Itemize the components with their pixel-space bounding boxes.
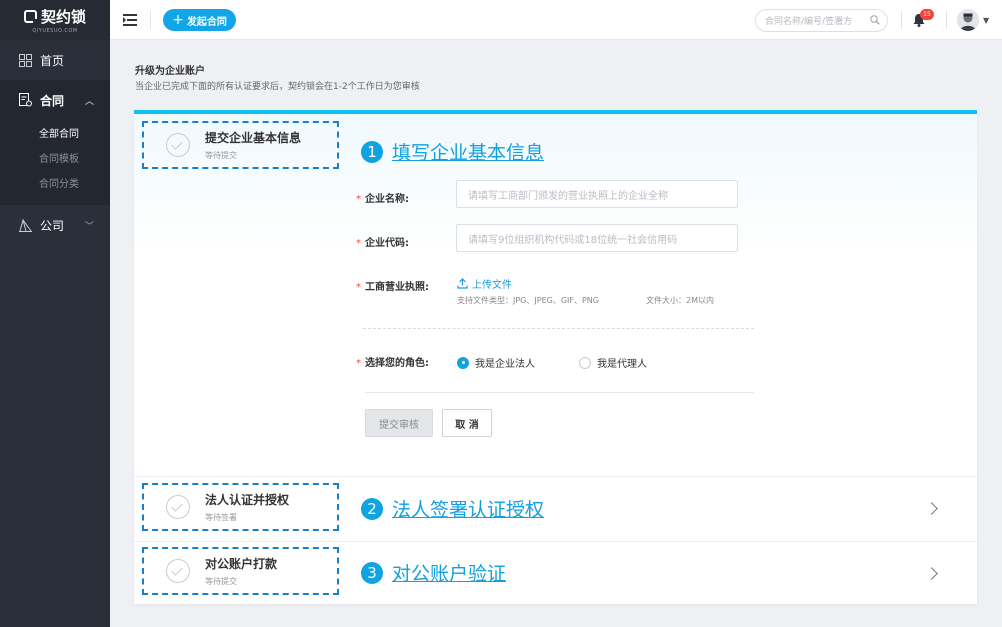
search-input[interactable]: 合同名称/编号/签署方	[755, 9, 888, 32]
step-1-status-box: 提交企业基本信息 等待提交	[142, 121, 339, 169]
step-1-status: 等待提交	[205, 151, 237, 160]
notification-badge: 15	[920, 9, 934, 20]
caret-down-icon[interactable]: ▼	[983, 16, 989, 25]
divider	[901, 11, 902, 29]
sidebar-item-company[interactable]: 公司 ﹀	[0, 205, 110, 245]
sidebar-subitem-contract-categories[interactable]: 合同分类	[0, 170, 110, 195]
sidebar-group-contract: 合同 ︿ 全部合同 合同模板 合同分类	[0, 80, 110, 205]
chevron-up-icon: ︿	[84, 96, 94, 107]
step-3-title: 对公账户打款	[205, 557, 278, 571]
chevron-down-icon: ﹀	[84, 221, 94, 232]
step-3-heading[interactable]: 3 对公账户验证	[361, 559, 506, 586]
company-icon	[18, 218, 32, 232]
logo-sub: QIYUESUO.COM	[32, 28, 78, 34]
step-2-link[interactable]: 法人签署认证授权	[392, 495, 544, 522]
logo-icon	[23, 10, 38, 24]
company-name-placeholder: 请填写工商部门颁发的营业执照上的企业全称	[468, 190, 668, 202]
radio-unchecked-icon	[579, 356, 591, 369]
step-number-badge: 2	[361, 497, 383, 520]
new-contract-label: 发起合同	[186, 16, 227, 28]
new-contract-button[interactable]: + 发起合同	[163, 9, 236, 31]
role-option-label: 我是代理人	[597, 359, 647, 370]
upload-file-label: 上传文件	[472, 280, 512, 291]
check-circle-icon	[166, 559, 190, 583]
logo-name: 契约锁	[40, 8, 86, 26]
company-code-placeholder: 请填写9位组织机构代码或18位统一社会信用码	[468, 234, 678, 246]
step-2-title: 法人认证并授权	[205, 493, 290, 507]
divider	[150, 11, 151, 29]
check-circle-icon	[166, 495, 190, 519]
sidebar-item-label: 合同	[40, 93, 65, 108]
radio-checked-icon	[457, 356, 469, 369]
step-2-heading[interactable]: 2 法人签署认证授权	[361, 495, 544, 522]
role-label: * 选择您的角色:	[356, 358, 429, 369]
step-2-status-box: 法人认证并授权 等待签署	[142, 483, 339, 531]
sidebar-item-home[interactable]: 首页	[0, 40, 110, 80]
step-3-link[interactable]: 对公账户验证	[392, 559, 506, 586]
submit-review-button[interactable]: 提交审核	[365, 409, 433, 437]
sidebar-item-label: 公司	[40, 218, 65, 233]
upload-hint-size: 文件大小：2M以内	[646, 296, 714, 305]
sidebar-item-label: 首页	[40, 53, 65, 68]
step-1-link[interactable]: 填写企业基本信息	[392, 138, 544, 165]
step-number-badge: 3	[361, 561, 383, 584]
dashboard-icon	[18, 53, 32, 67]
chevron-right-icon[interactable]	[925, 567, 938, 580]
company-name-input[interactable]: 请填写工商部门颁发的营业执照上的企业全称	[456, 180, 738, 208]
check-circle-icon	[166, 133, 190, 157]
company-code-input[interactable]: 请填写9位组织机构代码或18位统一社会信用码	[456, 224, 738, 252]
plus-icon: +	[172, 12, 184, 28]
divider	[946, 11, 947, 29]
step-2-status: 等待签署	[205, 513, 237, 522]
divider	[363, 328, 754, 329]
chevron-right-icon[interactable]	[925, 502, 938, 515]
search-placeholder: 合同名称/编号/签署方	[765, 17, 853, 27]
company-code-label: * 企业代码:	[356, 238, 409, 249]
role-radio-legal-rep[interactable]: 我是企业法人	[457, 355, 535, 370]
step-3-status: 等待提交	[205, 577, 237, 586]
divider	[365, 392, 754, 393]
logo[interactable]: 契约锁 QIYUESUO.COM	[0, 0, 110, 40]
menu-toggle-icon[interactable]	[123, 13, 137, 27]
upload-hint-types: 支持文件类型：JPG、JPEG、GIF、PNG	[457, 296, 599, 305]
sidebar-subitem-contract-templates[interactable]: 合同模板	[0, 145, 110, 170]
cancel-button[interactable]: 取 消	[442, 409, 492, 437]
upload-file-button[interactable]: 上传文件	[457, 276, 512, 291]
row-divider	[134, 541, 977, 542]
verification-card: 提交企业基本信息 等待提交 1 填写企业基本信息 * 企业名称: 请填写工商部门颁…	[134, 110, 977, 604]
business-license-label: * 工商营业执照:	[356, 282, 429, 293]
role-option-label: 我是企业法人	[475, 359, 535, 370]
step-number-badge: 1	[361, 140, 383, 163]
avatar[interactable]	[957, 9, 979, 31]
search-icon[interactable]	[870, 15, 880, 25]
step-3-status-box: 对公账户打款 等待提交	[142, 547, 339, 595]
page-description: 当企业已完成下面的所有认证要求后，契约锁会在1-2个工作日为您审核	[135, 82, 420, 92]
sidebar-item-contract[interactable]: 合同 ︿	[0, 80, 110, 120]
sidebar: 契约锁 QIYUESUO.COM 首页 合同 ︿ 全部合同 合同模板 合同分类 …	[0, 0, 110, 627]
sidebar-subitem-all-contracts[interactable]: 全部合同	[0, 120, 110, 145]
topbar: + 发起合同 合同名称/编号/签署方 15 ▼	[110, 0, 1002, 40]
page-title: 升级为企业账户	[135, 66, 205, 77]
step-1-heading[interactable]: 1 填写企业基本信息	[361, 138, 544, 165]
role-radio-agent[interactable]: 我是代理人	[579, 355, 647, 370]
row-divider	[134, 476, 977, 477]
contract-icon	[18, 93, 32, 107]
upload-icon	[457, 278, 468, 289]
step-1-title: 提交企业基本信息	[205, 131, 302, 145]
company-name-label: * 企业名称:	[356, 194, 409, 205]
